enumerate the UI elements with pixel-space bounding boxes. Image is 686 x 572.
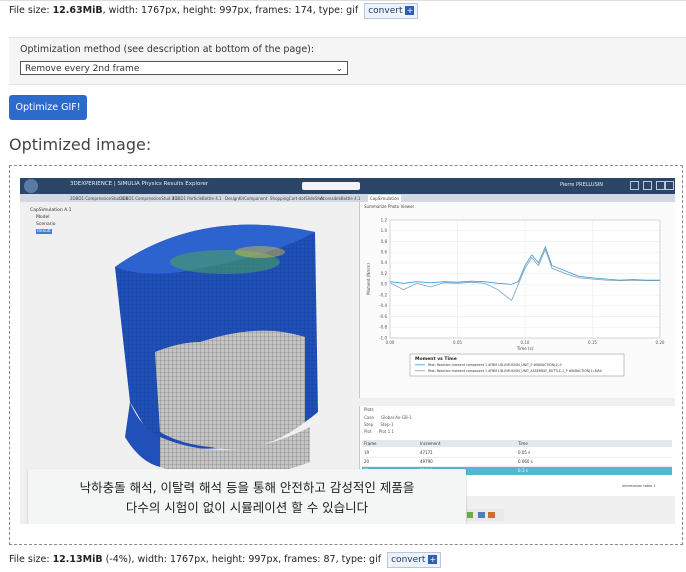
y-tick-label: 0.4 — [381, 260, 388, 265]
table-cell: 47171 — [420, 450, 433, 455]
app-tab: 2DBD1 CompressionStud 4.1 — [120, 196, 179, 201]
app-title: 3DEXPERIENCE | SIMULIA Physics Results E… — [70, 181, 209, 187]
optimize-gif-button[interactable]: Optimize GIF! — [9, 95, 87, 120]
add-icon — [643, 181, 652, 190]
selected-method: Remove every 2nd frame — [25, 64, 140, 74]
meta-row: Plot Plot 1.1 — [364, 429, 394, 434]
x-tick-label: 0.20 — [656, 340, 665, 345]
optimized-image-heading: Optimized image: — [9, 135, 152, 154]
app-user-name: Pierre PRELLUSIN — [560, 182, 603, 188]
table-cell: 19 — [364, 450, 370, 455]
side-label: Information table 1 — [622, 484, 656, 488]
meta-row: Step Step-1 — [364, 422, 394, 427]
meta-key: Plot — [364, 429, 372, 434]
tree-item-selected: Result — [36, 229, 52, 234]
app-search-input — [302, 182, 360, 190]
meta-key: Step — [364, 422, 374, 427]
meta-key: Case — [364, 415, 374, 420]
y-tick-label: 0.0 — [381, 282, 388, 287]
app-tab: AccessibleBottle 4.1 — [320, 196, 361, 201]
convert-label: convert — [391, 554, 426, 565]
tool-icon — [467, 512, 473, 518]
toolbar-strip — [464, 509, 504, 521]
y-tick-label: 1.2 — [381, 217, 388, 222]
moment-vs-time-chart: 1.21.00.80.60.40.20.0-0.2-0.4-0.6-0.8-1.… — [366, 217, 665, 377]
chevron-down-icon: ⌄ — [335, 64, 343, 74]
optimized-file-info: File size: 12.13MiB (-4%), width: 1767px… — [9, 551, 442, 569]
column-header: Increment — [420, 441, 441, 446]
top-divider — [0, 0, 686, 1]
original-file-info: File size: 12.63MiB, width: 1767px, heig… — [9, 2, 419, 20]
app-tab: 2DBD1 ParticleBottle 4.1 — [172, 196, 222, 201]
x-tick-label: 0.10 — [521, 340, 530, 345]
file-details: (-4%), width: 1767px, height: 997px, fra… — [102, 554, 382, 565]
tool-icon — [488, 512, 495, 518]
column-header: Time — [518, 441, 528, 446]
convert-button[interactable]: convert + — [364, 2, 419, 19]
plot-panel: Summarize Photo Viewer 1.2 1.0 0.8 0.6 0.4 0.… — [359, 202, 675, 398]
table-cell: 0.1 s — [518, 468, 528, 473]
y-tick-label: -0.8 — [379, 325, 387, 330]
legend-entry: Rtot: Reaction moment component 1 AFBM L… — [428, 363, 562, 367]
y-tick-label: -0.2 — [379, 292, 387, 297]
x-tick-label: 0.15 — [588, 340, 597, 345]
caption-line-1: 낙하충돌 해석, 이탈력 해석 등을 통해 안전하고 감성적인 제품을 — [79, 480, 415, 495]
legend-title: Moment vs Time — [415, 356, 457, 362]
convert-label: convert — [368, 5, 403, 16]
optimized-gif-preview: 3DEXPERIENCE | SIMULIA Physics Results E… — [20, 178, 675, 524]
plus-icon: + — [428, 554, 438, 564]
y-tick-label: 1.0 — [381, 228, 388, 233]
app-tab-bar: 2DBD1 CompressionStud 4.1 2DBD1 Compress… — [20, 194, 675, 202]
y-tick-label: 0.6 — [381, 249, 388, 254]
table-cell: 0.060 s — [518, 459, 533, 464]
y-tick-label: -0.6 — [379, 314, 387, 319]
table-cell: 20 — [364, 459, 370, 464]
user-icon — [630, 181, 639, 190]
y-tick-label: 0.8 — [381, 239, 388, 244]
x-axis-label: Time (s) — [516, 346, 534, 351]
app-tab: ShoppingCart-dotSlideShot — [270, 196, 325, 201]
optimization-method-select[interactable]: Remove every 2nd frame ⌄ — [20, 61, 348, 75]
table-panel-title: Plots — [364, 407, 374, 412]
app-tab-active: CapSimulation — [368, 195, 402, 202]
x-tick-label: 0.00 — [386, 340, 395, 345]
tree-item: Scenario — [36, 222, 56, 227]
optimization-panel: Optimization method (see description at … — [9, 37, 686, 85]
y-tick-label: 0.2 — [381, 271, 388, 276]
file-size-value: 12.13MiB — [52, 554, 103, 565]
home-icon — [665, 181, 674, 190]
table-cell: 49790 — [420, 459, 433, 464]
file-details: , width: 1767px, height: 997px, frames: … — [102, 5, 359, 16]
x-tick-label: 0.05 — [453, 340, 462, 345]
meta-row: Case Global-Ax-GB-1 — [364, 415, 412, 420]
convert-button[interactable]: convert + — [387, 551, 442, 568]
caption-line-2: 다수의 시험이 없이 시뮬레이션 할 수 있습니다 — [125, 500, 369, 515]
y-tick-label: -0.4 — [379, 303, 387, 308]
optimization-method-label: Optimization method (see description at … — [20, 44, 315, 55]
table-cell: 0.05 s — [518, 450, 531, 455]
app-tab: DesignKitComponent — [225, 196, 268, 201]
cap-simulation-model — [115, 224, 318, 479]
meta-value: Step-1 — [380, 422, 394, 427]
y-axis-label: Moment (Nmm) — [366, 263, 371, 295]
legend-entry: Rtot: Reaction moment component 1 AFBM L… — [428, 369, 603, 373]
meta-value: Plot 1.1 — [378, 429, 394, 434]
tree-item: Model — [36, 215, 50, 220]
table-header: Frame Increment Time — [362, 440, 672, 447]
compass-logo-icon — [24, 179, 38, 193]
tool-icon — [478, 512, 485, 518]
file-size-prefix: File size: — [9, 5, 53, 16]
meta-value: Global-Ax-GB-1 — [381, 415, 412, 420]
subtitle-caption: 낙하충돌 해석, 이탈력 해석 등을 통해 안전하고 감성적인 제품을 다수의 … — [28, 469, 466, 524]
plus-icon: + — [405, 5, 415, 15]
stress-hotspot — [235, 246, 285, 258]
file-size-prefix: File size: — [9, 554, 53, 565]
column-header: Frame — [364, 441, 377, 446]
app-header: 3DEXPERIENCE | SIMULIA Physics Results E… — [20, 178, 675, 194]
table-row: 20 49790 0.060 s — [362, 458, 672, 467]
inner-mesh-cylinder — [200, 330, 305, 450]
share-icon — [656, 181, 665, 190]
file-size-value: 12.63MiB — [52, 5, 103, 16]
table-row: 19 47171 0.05 s — [362, 449, 672, 458]
